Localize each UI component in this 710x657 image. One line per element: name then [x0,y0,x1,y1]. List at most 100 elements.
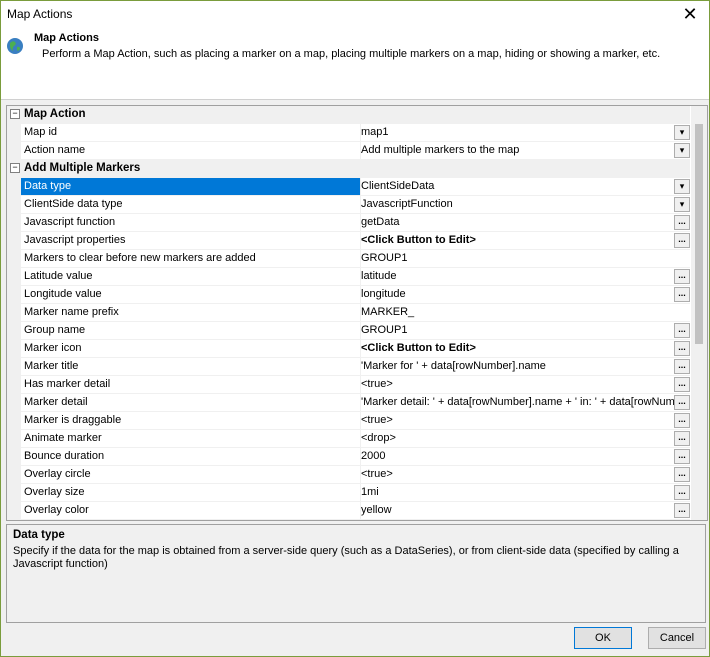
value-cell: <drop>... [358,430,690,447]
ellipsis-button[interactable]: ... [674,341,690,356]
property-name[interactable]: Markers to clear before new markers are … [21,250,361,267]
property-name[interactable]: Marker title [21,358,361,375]
property-name[interactable]: Latitude value [21,268,361,285]
property-row[interactable]: Longitude value longitude... [7,286,690,304]
property-row[interactable]: Marker title 'Marker for ' + data[rowNumb… [7,358,690,376]
property-value[interactable]: 'Marker for ' + data[rowNumber].name [358,358,675,375]
property-row[interactable]: Action name Add multiple markers to the m… [7,142,690,160]
property-name[interactable]: Has marker detail [21,376,361,393]
title-bar: Map Actions ✕ [1,1,709,29]
property-value[interactable]: 1mi [358,484,675,501]
property-row[interactable]: Data type ClientSideData ▾ [7,178,690,196]
property-row[interactable]: Marker name prefix MARKER_ [7,304,690,322]
close-button[interactable]: ✕ [679,4,701,26]
property-value[interactable]: <true> [358,412,675,429]
property-row[interactable]: Latitude value latitude... [7,268,690,286]
property-row[interactable]: Group name GROUP1... [7,322,690,340]
property-name[interactable]: Action name [21,142,361,159]
property-row[interactable]: Javascript function getData... [7,214,690,232]
property-row[interactable]: Marker icon <Click Button to Edit>... [7,340,690,358]
ellipsis-button[interactable]: ... [674,413,690,428]
property-value[interactable]: longitude [358,286,675,303]
property-row[interactable]: ClientSide data type JavascriptFunction ▾ [7,196,690,214]
vertical-scrollbar[interactable] [691,106,707,520]
ellipsis-button[interactable]: ... [674,287,690,302]
property-value[interactable]: ClientSideData [358,178,675,195]
property-value[interactable]: <Click Button to Edit> [358,232,675,249]
property-value[interactable]: getData [358,214,675,231]
collapse-toggle-icon[interactable]: − [10,163,20,173]
property-name[interactable]: Group name [21,322,361,339]
property-value[interactable]: GROUP1 [358,250,675,267]
property-name[interactable]: Marker icon [21,340,361,357]
ok-button[interactable]: OK [574,627,632,649]
ellipsis-button[interactable]: ... [674,233,690,248]
property-name[interactable]: Marker name prefix [21,304,361,321]
property-row[interactable]: Marker is draggable <true>... [7,412,690,430]
ellipsis-button[interactable]: ... [674,395,690,410]
property-name[interactable]: Marker detail [21,394,361,411]
property-value[interactable]: <drop> [358,430,675,447]
property-name[interactable]: ClientSide data type [21,196,361,213]
ellipsis-button[interactable]: ... [674,467,690,482]
property-value[interactable]: latitude [358,268,675,285]
property-name[interactable]: Animate marker [21,430,361,447]
property-name[interactable]: Javascript properties [21,232,361,249]
ellipsis-button[interactable]: ... [674,323,690,338]
property-value[interactable]: 2000 [358,448,675,465]
cancel-button[interactable]: Cancel [648,627,706,649]
property-value[interactable]: Add multiple markers to the map [358,142,675,159]
property-row[interactable]: Overlay size 1mi... [7,484,690,502]
property-row[interactable]: Overlay color yellow... [7,502,690,520]
property-name[interactable]: Data type [21,178,361,195]
ellipsis-button[interactable]: ... [674,485,690,500]
property-row[interactable]: Markers to clear before new markers are … [7,250,690,268]
property-row[interactable]: Overlay fill opacity1... [7,520,690,521]
ellipsis-button[interactable]: ... [674,377,690,392]
scrollbar-thumb[interactable] [695,124,703,344]
property-value[interactable]: <true> [358,376,675,393]
property-row[interactable]: Overlay circle <true>... [7,466,690,484]
property-value[interactable]: MARKER_ [358,304,675,321]
property-row[interactable]: Animate marker <drop>... [7,430,690,448]
dropdown-arrow-icon[interactable]: ▾ [674,179,690,194]
window-title: Map Actions [7,7,73,21]
property-value[interactable]: <true> [358,466,675,483]
property-name[interactable]: Overlay fill opacity [21,520,361,521]
property-name[interactable]: Bounce duration [21,448,361,465]
property-value[interactable]: 1 [358,520,675,521]
property-name[interactable]: Overlay size [21,484,361,501]
property-grid[interactable]: − Map Action Map id map1 ▾ Action name Add mul… [6,105,708,521]
property-value[interactable]: GROUP1 [358,322,675,339]
collapse-toggle-icon[interactable]: − [10,109,20,119]
property-value[interactable]: yellow [358,502,675,519]
dropdown-arrow-icon[interactable]: ▾ [674,143,690,158]
property-name[interactable]: Marker is draggable [21,412,361,429]
property-name[interactable]: Javascript function [21,214,361,231]
dropdown-arrow-icon[interactable]: ▾ [674,125,690,140]
property-value[interactable]: map1 [358,124,675,141]
ellipsis-button[interactable]: ... [674,431,690,446]
property-row[interactable]: Marker detail 'Marker detail: ' + data[ro… [7,394,690,412]
ellipsis-button[interactable]: ... [674,503,690,518]
help-panel: Data type Specify if the data for the ma… [6,524,706,623]
property-value[interactable]: 'Marker detail: ' + data[rowNumber].name… [358,394,675,411]
property-value[interactable]: <Click Button to Edit> [358,340,675,357]
property-row[interactable]: Bounce duration 2000... [7,448,690,466]
category-row[interactable]: − Add Multiple Markers [7,160,690,178]
property-row[interactable]: Has marker detail <true>... [7,376,690,394]
property-row[interactable]: Map id map1 ▾ [7,124,690,142]
ellipsis-button[interactable]: ... [674,449,690,464]
category-row[interactable]: − Map Action [7,106,690,124]
ellipsis-button[interactable]: ... [674,215,690,230]
property-name[interactable]: Map id [21,124,361,141]
property-name[interactable]: Overlay circle [21,466,361,483]
ellipsis-button[interactable]: ... [674,269,690,284]
property-name[interactable]: Longitude value [21,286,361,303]
row-gutter [7,502,21,519]
ellipsis-button[interactable]: ... [674,359,690,374]
dropdown-arrow-icon[interactable]: ▾ [674,197,690,212]
property-value[interactable]: JavascriptFunction [358,196,675,213]
property-row[interactable]: Javascript properties <Click Button to Ed… [7,232,690,250]
property-name[interactable]: Overlay color [21,502,361,519]
